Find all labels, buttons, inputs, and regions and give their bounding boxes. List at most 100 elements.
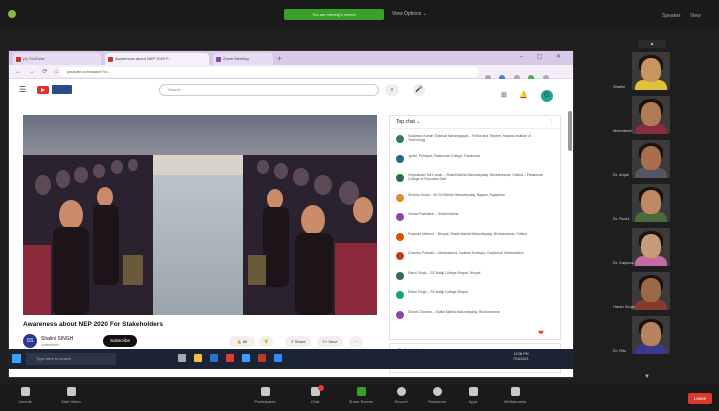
participant-face xyxy=(641,322,661,346)
camera-off-icon xyxy=(66,387,76,396)
chat-message: Rahul Singh – SS Balaji College Bhopal xyxy=(396,290,546,304)
chat-header[interactable]: Top chat ⌄ ⋮ xyxy=(390,116,560,129)
live-chat-panel: Top chat ⌄ ⋮ Sudarsan Kumar Shankar Nand… xyxy=(389,115,561,340)
chat-author-avatar[interactable] xyxy=(396,252,404,260)
clock-date: 7/15/2021 xyxy=(513,357,529,361)
toolbar-label: Chat xyxy=(310,399,320,404)
new-tab-button[interactable]: + xyxy=(277,53,282,64)
dislike-button[interactable]: 👎 xyxy=(259,336,273,347)
word-icon[interactable] xyxy=(210,354,218,362)
chat-author-avatar[interactable] xyxy=(396,310,404,319)
account-avatar[interactable]: G xyxy=(540,90,553,102)
share-screen-icon xyxy=(356,387,366,396)
whiteboards-button[interactable]: Whiteboards xyxy=(490,387,540,404)
youtube-header: ☰ Search ⌕ 🎤 ⊞ 🔔 G xyxy=(9,79,573,102)
view-button[interactable]: View xyxy=(690,13,701,19)
shared-browser-window: (4) YouTube Awareness about NEP 2020 F..… xyxy=(8,50,574,378)
zoom-favicon-icon xyxy=(216,57,221,62)
chat-author-avatar[interactable] xyxy=(396,193,404,202)
youtube-wordmark[interactable] xyxy=(52,85,72,94)
zoom-toolbar: Unmute Start Video Participants Chat Sha… xyxy=(0,384,719,411)
view-options-button[interactable]: View Options ⌄ xyxy=(392,9,427,20)
participant-name: Dr. Anjali xyxy=(613,172,629,177)
participant-name: Dr. Kalpana xyxy=(613,260,634,265)
page-scrollbar[interactable] xyxy=(568,111,572,151)
chat-author-avatar[interactable] xyxy=(396,291,404,299)
chat-message-text: Chandra Prakash – Maharashtra, Institute… xyxy=(408,251,524,255)
video-player[interactable] xyxy=(23,115,377,315)
chat-button[interactable]: Chat xyxy=(290,385,340,404)
chat-message: Rahul Singh – SS Balaji College Bhopal, … xyxy=(396,271,546,285)
nav-buttons[interactable]: ← → ⟳ ⌂ xyxy=(15,68,62,75)
chat-author-avatar[interactable] xyxy=(396,135,404,143)
youtube-header-actions: ⊞ 🔔 G xyxy=(501,84,561,102)
participant-name: Shalini xyxy=(613,84,626,89)
notifications-bell-icon[interactable]: 🔔 xyxy=(519,91,528,99)
youtube-logo-icon[interactable] xyxy=(37,86,49,94)
like-button[interactable]: 👍 85 xyxy=(229,336,255,347)
chat-author-avatar[interactable] xyxy=(396,154,404,163)
create-video-icon[interactable]: ⊞ xyxy=(501,91,507,99)
security-shield-icon[interactable] xyxy=(8,10,16,18)
windows-taskbar: Type here to search 12:06 PM 7/15/2021 xyxy=(8,349,574,369)
chat-message-text: Prajwala Mahesh – Bhopal, Shakti Mahila … xyxy=(408,231,528,236)
url-field[interactable]: youtube.com/watch?v=... xyxy=(59,67,479,77)
channel-avatar[interactable]: SS xyxy=(23,334,37,348)
address-bar-row: ← → ⟳ ⌂ youtube.com/watch?v=... xyxy=(9,65,573,81)
leave-meeting-button[interactable]: Leave xyxy=(688,393,712,404)
subscribe-button[interactable]: Subscribe xyxy=(103,335,137,347)
chat-message-text: Shobha Jindal – Sri Sri Mahila Mahavidya… xyxy=(408,192,505,197)
tab-youtube[interactable]: (4) YouTube xyxy=(13,53,101,65)
chat-message-text: Jyothi, Principal, Palakonda College, Pa… xyxy=(408,153,481,158)
chrome-icon[interactable] xyxy=(258,354,266,362)
youtube-favicon-icon xyxy=(16,57,21,62)
zoom-app-icon[interactable] xyxy=(274,354,282,362)
toolbar-label: Whiteboards xyxy=(503,399,527,404)
more-actions-button[interactable]: ··· xyxy=(349,336,363,347)
youtube-search-input[interactable]: Search xyxy=(159,84,379,96)
zoom-window: You are viewing's screen View Options ⌄ … xyxy=(0,0,719,411)
chat-message: Vrinda Prabhakar – Shakti Mahila xyxy=(396,212,546,226)
tab-label: Zoom Meeting xyxy=(223,56,249,61)
youtube-favicon-icon xyxy=(108,57,113,62)
channel-name[interactable]: Shalini SINGH xyxy=(41,336,73,342)
speaker-view-button[interactable]: Speaker xyxy=(662,13,681,19)
gallery-scroll-up-button[interactable]: ▲ xyxy=(638,40,666,48)
window-controls[interactable]: – ▢ ✕ xyxy=(520,53,567,60)
task-view-icon[interactable] xyxy=(178,354,186,362)
participants-icon xyxy=(260,387,270,396)
chat-message: Shobha Jindal – Sri Sri Mahila Mahavidya… xyxy=(396,193,546,207)
heart-reaction-icon[interactable]: ❤ xyxy=(538,329,544,337)
tab-nep-video[interactable]: Awareness about NEP 2020 F... xyxy=(105,53,209,65)
chat-message-text: Rahul Singh – SS Balaji College Bhopal, … xyxy=(408,270,481,275)
share-button[interactable]: ↗ Share xyxy=(285,336,311,347)
whiteboard-icon xyxy=(510,387,520,396)
hamburger-menu-icon[interactable]: ☰ xyxy=(19,86,26,94)
chat-message: Chandra Prakash – Maharashtra, Institute… xyxy=(396,251,546,265)
gallery-scroll-down-button[interactable]: ▼ xyxy=(644,374,650,380)
chat-author-avatar[interactable] xyxy=(396,174,404,182)
windows-start-icon[interactable] xyxy=(12,354,21,363)
chat-author-avatar[interactable] xyxy=(396,232,404,241)
taskbar-search-input[interactable]: Type here to search xyxy=(26,353,116,365)
apps-icon xyxy=(468,387,478,396)
chat-more-icon[interactable]: ⋮ xyxy=(549,116,554,129)
chat-author-avatar[interactable] xyxy=(396,271,404,280)
toolbar-label: Participants xyxy=(254,399,276,404)
edge-icon[interactable] xyxy=(242,354,250,362)
search-icon[interactable]: ⌕ xyxy=(385,84,399,96)
channel-subscribers: subscribers xyxy=(41,343,59,347)
participants-button[interactable]: Participants xyxy=(240,387,290,404)
system-tray-clock[interactable]: 12:06 PM 7/15/2021 xyxy=(513,352,529,362)
microphone-icon[interactable]: 🎤 xyxy=(413,84,425,96)
chat-author-avatar[interactable] xyxy=(396,213,404,221)
tab-zoom[interactable]: Zoom Meeting xyxy=(213,53,273,65)
powerpoint-icon[interactable] xyxy=(226,354,234,362)
screen-share-banner: You are viewing's screen xyxy=(284,9,384,20)
unmute-button[interactable]: Unmute xyxy=(0,387,50,404)
microphone-muted-icon xyxy=(20,387,30,396)
chat-message-text: Rahul Singh – SS Balaji College Bhopal xyxy=(408,290,468,294)
save-button[interactable]: ≡+ Save xyxy=(317,336,343,347)
file-explorer-icon[interactable] xyxy=(194,354,202,362)
start-video-button[interactable]: Start Video xyxy=(46,387,96,404)
